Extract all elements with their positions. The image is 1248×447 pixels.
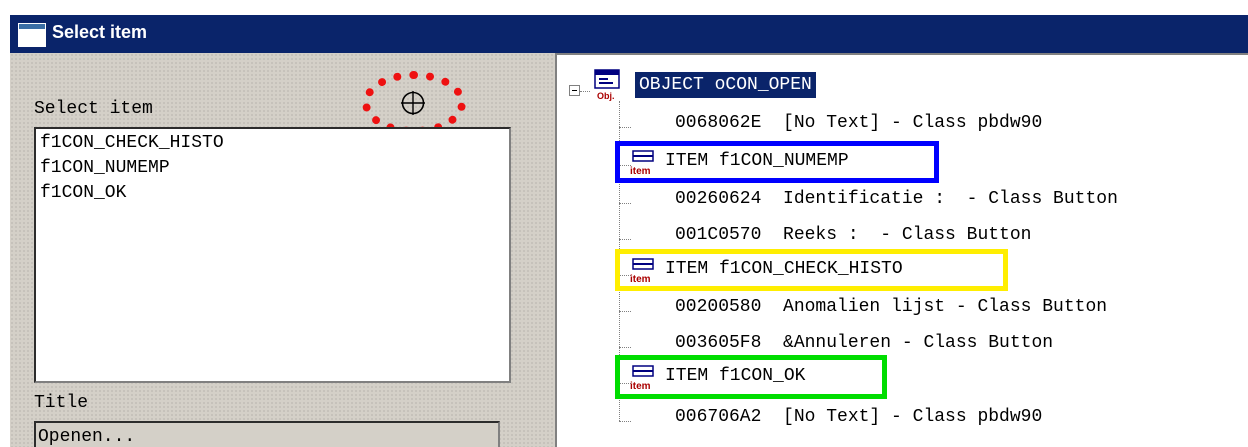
tree-connector [619, 127, 631, 128]
tree-item-label[interactable]: ITEM f1CON_CHECK_HISTO [665, 259, 903, 279]
tree-connector [619, 421, 631, 422]
title-field[interactable]: Openen... [34, 421, 500, 447]
list-item[interactable]: f1CON_OK [40, 183, 126, 203]
left-panel: Select item f1CON_CHECK_HISTO f1CON_NUME… [10, 53, 553, 447]
tree-row[interactable]: 001C0570 Reeks : - Class Button [675, 225, 1031, 245]
tree-connector [619, 239, 631, 240]
tree-row[interactable]: 0068062E [No Text] - Class pbdw90 [675, 113, 1042, 133]
tree-row[interactable]: 00200580 Anomalien lijst - Class Button [675, 297, 1107, 317]
item-icon: item [630, 365, 654, 392]
tree-row[interactable]: 006706A2 [No Text] - Class pbdw90 [675, 407, 1042, 427]
window-icon [18, 23, 46, 47]
title-bar[interactable]: Select item [10, 15, 1248, 53]
item-icon: item [630, 258, 654, 285]
svg-text:item: item [630, 274, 651, 285]
title-label: Title [34, 393, 89, 413]
select-item-label: Select item [34, 99, 153, 119]
object-tree[interactable]: Obj. OBJECT oCON_OPEN 0068062E [No Text]… [555, 53, 1248, 447]
list-item[interactable]: f1CON_CHECK_HISTO [40, 133, 224, 153]
tree-connector [580, 91, 590, 92]
tree-item-label[interactable]: ITEM f1CON_NUMEMP [665, 151, 849, 171]
tree-connector [619, 203, 631, 204]
window-title: Select item [52, 22, 148, 42]
tree-root-label[interactable]: OBJECT oCON_OPEN [635, 72, 816, 98]
item-icon: item [630, 150, 654, 177]
tree-row[interactable]: 00260624 Identificatie : - Class Button [675, 189, 1118, 209]
select-item-dialog: Select item Select item f1CON_CHECK_HIST… [10, 15, 1248, 447]
svg-text:item: item [630, 381, 651, 392]
svg-text:item: item [630, 166, 651, 177]
item-listbox[interactable]: f1CON_CHECK_HISTO f1CON_NUMEMP f1CON_OK [34, 127, 511, 383]
tree-connector [619, 347, 631, 348]
collapse-icon[interactable] [569, 85, 580, 96]
tree-connector [619, 311, 631, 312]
tree-item-label[interactable]: ITEM f1CON_OK [665, 366, 805, 386]
tree-row[interactable]: 003605F8 &Annuleren - Class Button [675, 333, 1053, 353]
object-icon: Obj. [594, 69, 620, 101]
crosshair-icon[interactable] [400, 90, 426, 116]
svg-text:Obj.: Obj. [597, 91, 615, 101]
list-item[interactable]: f1CON_NUMEMP [40, 158, 170, 178]
